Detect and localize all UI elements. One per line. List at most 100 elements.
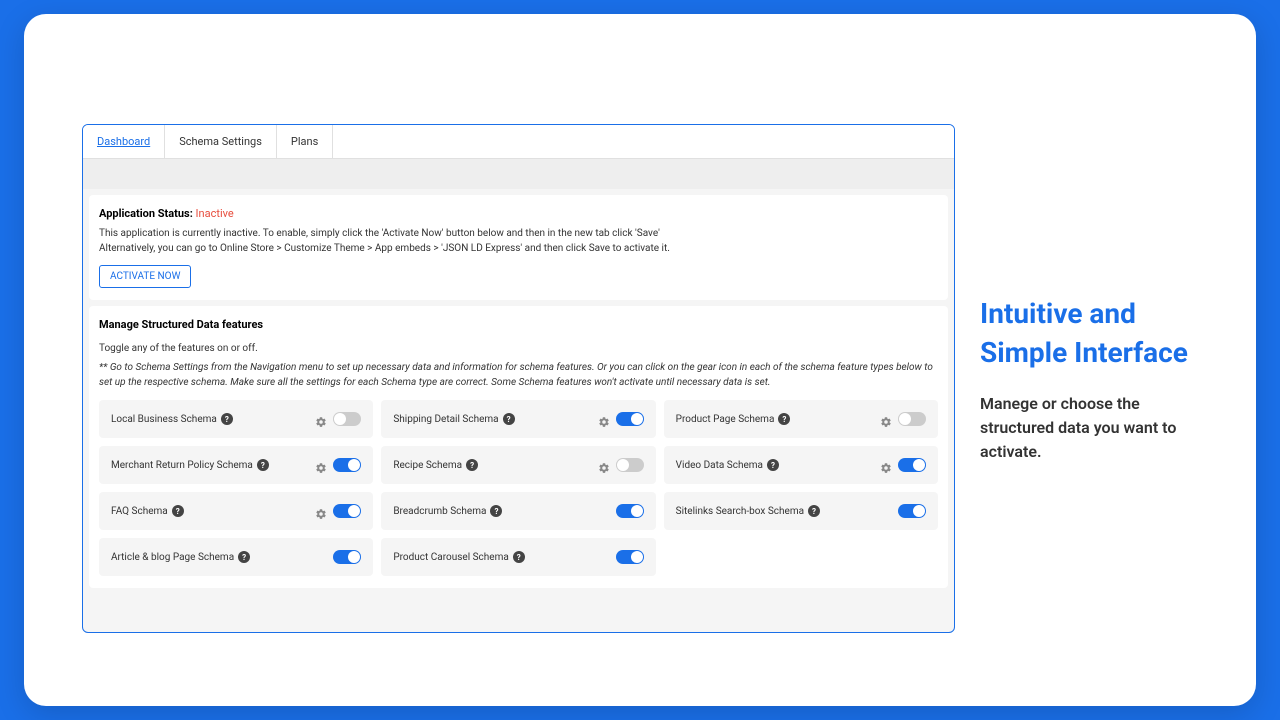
schema-controls (616, 504, 644, 518)
schema-label: FAQ Schema (111, 506, 168, 517)
help-icon[interactable]: ? (778, 413, 790, 425)
schema-label-group: Merchant Return Policy Schema? (111, 459, 269, 471)
toggle-knob (348, 505, 360, 517)
schema-grid: Local Business Schema?Shipping Detail Sc… (99, 400, 938, 576)
schema-item: Shipping Detail Schema? (381, 400, 655, 438)
gear-icon[interactable] (315, 459, 327, 471)
tab-dashboard[interactable]: Dashboard (83, 125, 165, 158)
schema-item: Breadcrumb Schema? (381, 492, 655, 530)
toggle-knob (617, 459, 629, 471)
activate-now-button[interactable]: ACTIVATE NOW (99, 265, 191, 288)
status-line-1: This application is currently inactive. … (99, 226, 938, 241)
schema-toggle[interactable] (898, 504, 926, 518)
gear-icon[interactable] (598, 459, 610, 471)
promo-panel: Intuitive and Simple Interface Manege or… (980, 294, 1216, 464)
application-status-card: Application Status: Inactive This applic… (89, 195, 948, 300)
toggle-knob (334, 413, 346, 425)
gear-icon[interactable] (315, 505, 327, 517)
help-icon[interactable]: ? (513, 551, 525, 563)
help-icon[interactable]: ? (767, 459, 779, 471)
schema-controls (315, 504, 361, 518)
schema-toggle[interactable] (333, 504, 361, 518)
schema-label-group: FAQ Schema? (111, 505, 184, 517)
schema-controls (616, 550, 644, 564)
toggle-knob (913, 459, 925, 471)
toggle-knob (348, 459, 360, 471)
toggle-knob (631, 505, 643, 517)
schema-controls (880, 412, 926, 426)
status-value: Inactive (196, 207, 234, 220)
schema-label: Merchant Return Policy Schema (111, 460, 253, 471)
schema-label: Recipe Schema (393, 460, 462, 471)
schema-label: Local Business Schema (111, 414, 217, 425)
help-icon[interactable]: ? (503, 413, 515, 425)
status-label: Application Status: (99, 207, 193, 220)
schema-label: Product Carousel Schema (393, 552, 508, 563)
schema-label-group: Product Page Schema? (676, 413, 791, 425)
schema-item: Video Data Schema? (664, 446, 938, 484)
schema-item: Article & blog Page Schema? (99, 538, 373, 576)
schema-toggle[interactable] (333, 550, 361, 564)
help-icon[interactable]: ? (466, 459, 478, 471)
tab-bar: DashboardSchema SettingsPlans (83, 125, 954, 159)
schema-label: Article & blog Page Schema (111, 552, 234, 563)
schema-label-group: Video Data Schema? (676, 459, 779, 471)
toggle-knob (899, 413, 911, 425)
outer-card: DashboardSchema SettingsPlans Applicatio… (24, 14, 1256, 706)
schema-toggle[interactable] (333, 458, 361, 472)
features-note: ** Go to Schema Settings from the Naviga… (99, 360, 938, 390)
schema-toggle[interactable] (616, 412, 644, 426)
schema-item: FAQ Schema? (99, 492, 373, 530)
tab-schema-settings[interactable]: Schema Settings (165, 125, 277, 158)
schema-label: Video Data Schema (676, 460, 763, 471)
schema-label-group: Breadcrumb Schema? (393, 505, 502, 517)
toggle-knob (913, 505, 925, 517)
status-text: This application is currently inactive. … (99, 226, 938, 256)
gear-icon[interactable] (598, 413, 610, 425)
toggle-knob (631, 551, 643, 563)
help-icon[interactable]: ? (238, 551, 250, 563)
schema-controls (333, 550, 361, 564)
schema-item: Sitelinks Search-box Schema? (664, 492, 938, 530)
schema-label: Sitelinks Search-box Schema (676, 506, 804, 517)
promo-subtitle: Manege or choose the structured data you… (980, 392, 1216, 464)
schema-controls (598, 458, 644, 472)
schema-item: Product Carousel Schema? (381, 538, 655, 576)
application-status-title: Application Status: Inactive (99, 207, 938, 220)
schema-label: Breadcrumb Schema (393, 506, 486, 517)
schema-toggle[interactable] (616, 458, 644, 472)
promo-title: Intuitive and Simple Interface (980, 294, 1216, 372)
toggle-knob (348, 551, 360, 563)
tab-plans[interactable]: Plans (277, 125, 333, 158)
schema-label-group: Local Business Schema? (111, 413, 233, 425)
schema-controls (880, 458, 926, 472)
gear-icon[interactable] (315, 413, 327, 425)
schema-item: Recipe Schema? (381, 446, 655, 484)
schema-controls (598, 412, 644, 426)
features-card: Manage Structured Data features Toggle a… (89, 306, 948, 588)
schema-label-group: Article & blog Page Schema? (111, 551, 250, 563)
header-spacer (83, 159, 954, 189)
app-frame: DashboardSchema SettingsPlans Applicatio… (82, 124, 955, 633)
schema-label-group: Product Carousel Schema? (393, 551, 524, 563)
schema-label-group: Sitelinks Search-box Schema? (676, 505, 820, 517)
schema-toggle[interactable] (333, 412, 361, 426)
schema-toggle[interactable] (616, 550, 644, 564)
schema-toggle[interactable] (616, 504, 644, 518)
schema-item: Local Business Schema? (99, 400, 373, 438)
gear-icon[interactable] (880, 413, 892, 425)
help-icon[interactable]: ? (221, 413, 233, 425)
help-icon[interactable]: ? (257, 459, 269, 471)
help-icon[interactable]: ? (490, 505, 502, 517)
schema-toggle[interactable] (898, 412, 926, 426)
help-icon[interactable]: ? (808, 505, 820, 517)
features-subtitle: Toggle any of the features on or off. (99, 343, 938, 354)
schema-label: Shipping Detail Schema (393, 414, 498, 425)
toggle-knob (631, 413, 643, 425)
gear-icon[interactable] (880, 459, 892, 471)
schema-label-group: Recipe Schema? (393, 459, 478, 471)
help-icon[interactable]: ? (172, 505, 184, 517)
schema-label-group: Shipping Detail Schema? (393, 413, 514, 425)
schema-toggle[interactable] (898, 458, 926, 472)
features-title: Manage Structured Data features (99, 318, 938, 331)
